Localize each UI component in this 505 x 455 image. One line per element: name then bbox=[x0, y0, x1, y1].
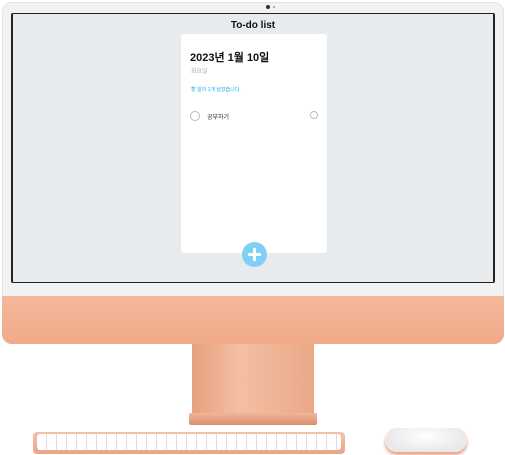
imac-stand-base bbox=[189, 413, 317, 425]
todo-label: 공부하기 bbox=[207, 115, 230, 121]
app-title: To-do list bbox=[230, 20, 276, 31]
keyboard-keys bbox=[37, 434, 341, 450]
camera-icon bbox=[266, 5, 270, 9]
add-todo-button[interactable] bbox=[242, 242, 267, 267]
todo-item[interactable]: 공부하기 bbox=[190, 111, 318, 121]
mouse bbox=[385, 428, 467, 452]
todo-card: 2023년 1월 10일 화요일 할 일이 1개 남았습니다. 공부하기 bbox=[181, 34, 327, 253]
camera-indicator bbox=[273, 6, 275, 8]
imac-chin bbox=[2, 296, 504, 344]
circle-checkbox-icon[interactable] bbox=[190, 111, 200, 121]
screen: To-do list 2023년 1월 10일 화요일 할 일이 1개 남았습니… bbox=[13, 14, 493, 282]
weekday-label: 화요일 bbox=[191, 69, 208, 75]
imac-stand bbox=[192, 344, 314, 416]
remaining-count: 할 일이 1개 남았습니다. bbox=[191, 87, 241, 93]
remove-icon[interactable] bbox=[310, 111, 318, 119]
date-heading: 2023년 1월 10일 bbox=[190, 52, 270, 64]
